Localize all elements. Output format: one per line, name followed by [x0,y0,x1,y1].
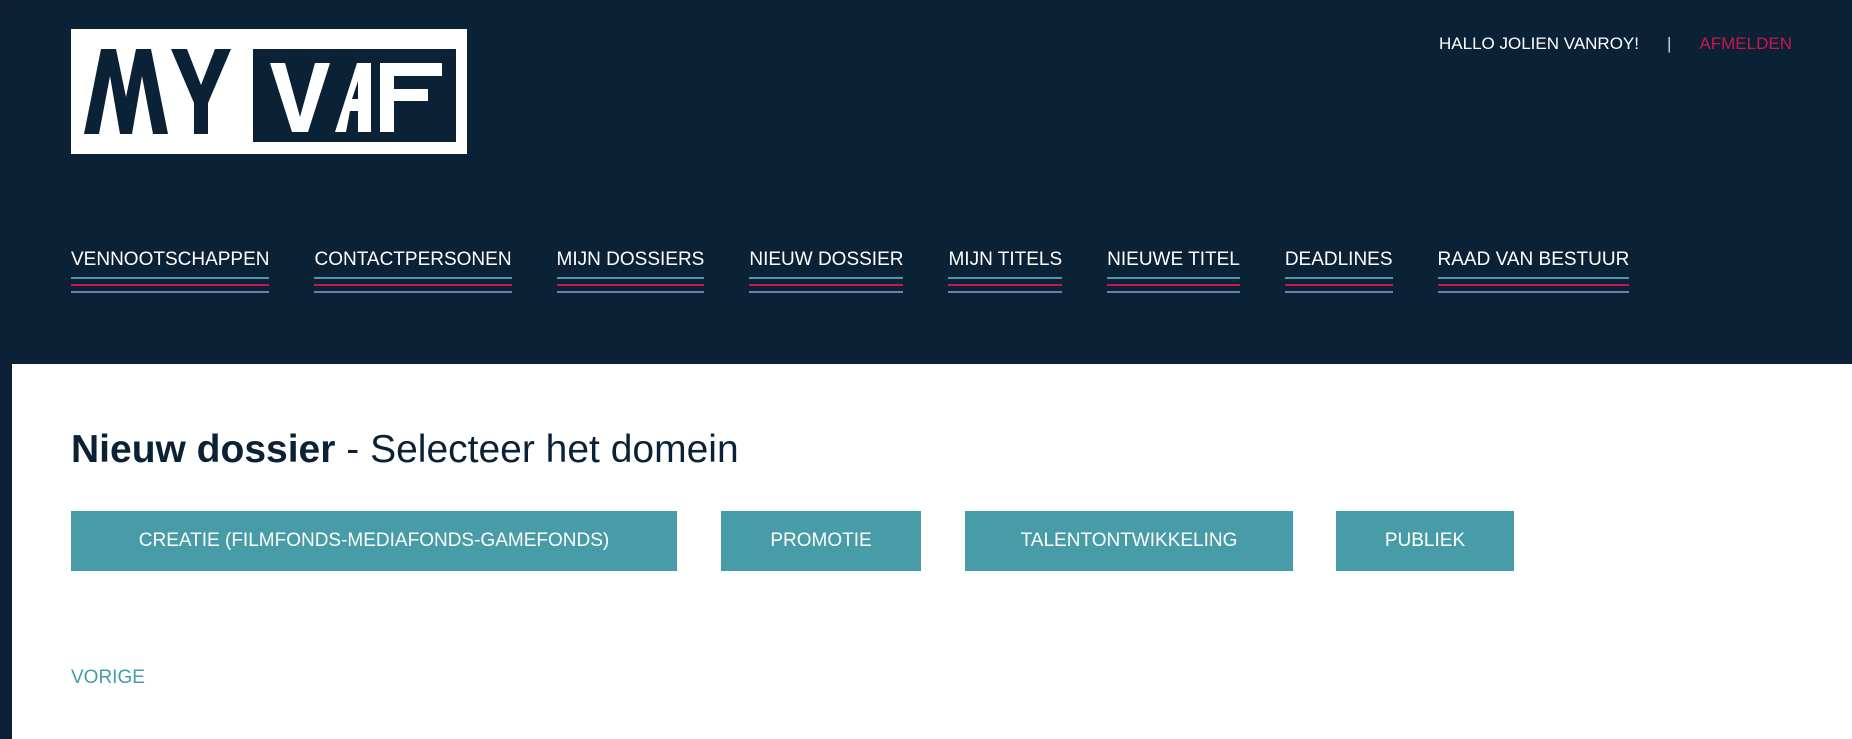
nav-item-mijn-dossiers[interactable]: MIJN DOSSIERS [556,249,705,293]
domain-button-promotie[interactable]: PROMOTIE [721,511,921,571]
back-link[interactable]: VORIGE [71,667,145,689]
nav-item-label: CONTACTPERSONEN [314,249,512,270]
logo-graphic [71,29,467,154]
nav-item-vennootschappen[interactable]: VENNOOTSCHAPPEN [71,249,270,293]
nav-underline [1284,277,1393,293]
nav-item-label: NIEUWE TITEL [1107,249,1240,270]
nav-item-mijn-titels[interactable]: MIJN TITELS [948,249,1063,293]
nav-item-contactpersonen[interactable]: CONTACTPERSONEN [314,249,512,293]
page-title-subtitle: - Selecteer het domein [335,428,739,471]
page-title-bold: Nieuw dossier [71,428,336,471]
nav-underline [71,277,270,293]
nav-item-label: NIEUW DOSSIER [749,249,904,270]
nav-underline [1437,277,1630,293]
logout-link[interactable]: AFMELDEN [1699,34,1792,54]
nav-item-label: VENNOOTSCHAPPEN [71,249,270,270]
main-content: Nieuw dossier - Selecteer het domein CRE… [12,364,1852,739]
nav-underline [1107,277,1240,293]
main-nav: VENNOOTSCHAPPEN CONTACTPERSONEN MIJN DOS… [71,249,1630,293]
site-header: HALLO JOLIEN VANROY! | AFMELDEN VENNOOTS… [12,6,1852,364]
nav-item-deadlines[interactable]: DEADLINES [1284,249,1393,293]
user-bar-separator: | [1667,34,1672,53]
domain-button-group: CREATIE (FILMFONDS-MEDIAFONDS-GAMEFONDS)… [71,511,1514,571]
nav-item-nieuwe-titel[interactable]: NIEUWE TITEL [1107,249,1240,293]
nav-underline [749,277,904,293]
nav-item-label: RAAD VAN BESTUUR [1437,249,1630,270]
nav-item-label: DEADLINES [1284,249,1393,270]
nav-item-label: MIJN TITELS [948,249,1063,270]
domain-button-publiek[interactable]: PUBLIEK [1336,511,1514,571]
user-bar: HALLO JOLIEN VANROY! | AFMELDEN [1439,34,1792,54]
myvaf-logo[interactable] [71,29,467,154]
domain-button-creatie[interactable]: CREATIE (FILMFONDS-MEDIAFONDS-GAMEFONDS) [71,511,677,571]
nav-underline [314,277,512,293]
page-frame: HALLO JOLIEN VANROY! | AFMELDEN VENNOOTS… [12,6,1852,739]
page-title: Nieuw dossier - Selecteer het domein [71,428,739,472]
nav-item-raad-van-bestuur[interactable]: RAAD VAN BESTUUR [1437,249,1630,293]
user-greeting: HALLO JOLIEN VANROY! [1439,34,1639,53]
nav-item-nieuw-dossier[interactable]: NIEUW DOSSIER [749,249,904,293]
nav-item-label: MIJN DOSSIERS [556,249,705,270]
nav-underline [948,277,1063,293]
domain-button-talentontwikkeling[interactable]: TALENTONTWIKKELING [965,511,1293,571]
nav-underline [556,277,705,293]
